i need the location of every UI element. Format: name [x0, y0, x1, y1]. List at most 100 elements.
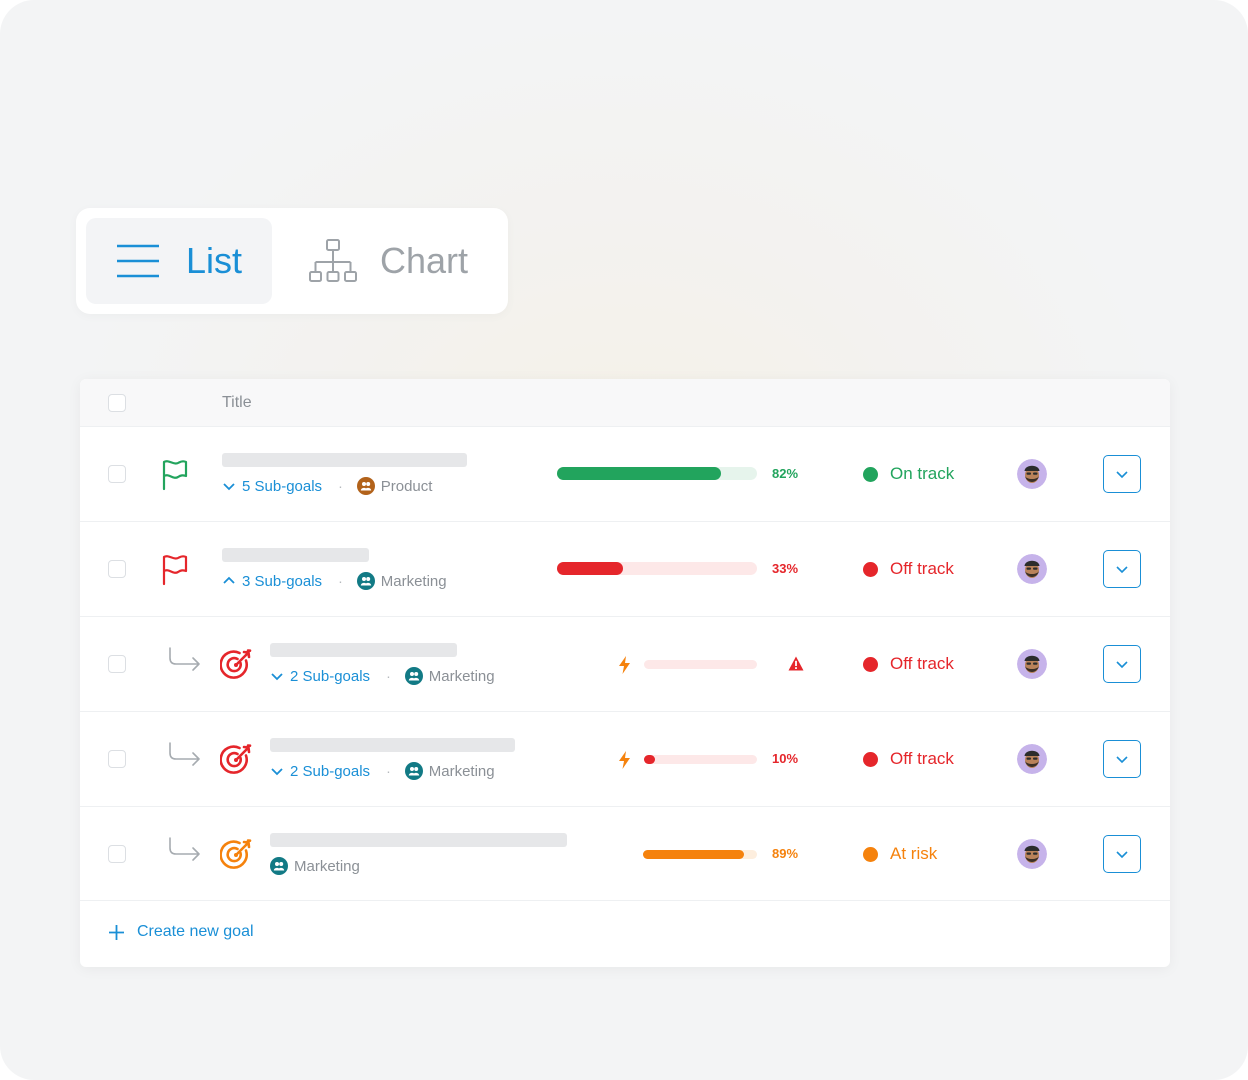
team-tag: Marketing: [404, 667, 495, 685]
canvas: List Chart Title 5 Sub-goals · Product 8…: [0, 0, 1248, 1080]
team-label: Product: [380, 477, 433, 495]
status-label: Off track: [890, 559, 954, 578]
subgoals-label: 5 Sub-goals: [242, 477, 323, 495]
progress-bar: [643, 850, 757, 859]
status-badge: At risk: [863, 844, 937, 864]
subgoals-toggle[interactable]: 3 Sub-goals: [222, 573, 322, 590]
progress-fill: [643, 850, 745, 859]
expand-row-button[interactable]: [1103, 740, 1141, 778]
plus-icon: [109, 924, 124, 940]
goals-table: Title 5 Sub-goals · Product 82% On track…: [80, 379, 1170, 967]
progress-bar: [557, 467, 757, 480]
subgoals-toggle[interactable]: 5 Sub-goals: [222, 478, 322, 495]
chevron-down-icon: [1116, 471, 1128, 479]
team-label: Marketing: [294, 857, 360, 875]
progress-bar: [557, 562, 757, 575]
meta-separator: ·: [386, 668, 391, 684]
avatar[interactable]: [1017, 839, 1047, 869]
team-tag: Marketing: [404, 762, 495, 780]
progress-fill: [557, 467, 721, 480]
goal-meta: Marketing: [270, 856, 360, 876]
avatar[interactable]: [1017, 554, 1047, 584]
chevron-down-icon: [1116, 566, 1128, 574]
red-flag-icon: [161, 554, 189, 591]
tab-chart-label: Chart: [380, 240, 469, 281]
table-row[interactable]: 5 Sub-goals · Product 82% On track: [80, 426, 1170, 521]
avatar[interactable]: [1017, 649, 1047, 679]
team-tag: Product: [356, 477, 433, 495]
expand-row-button[interactable]: [1103, 455, 1141, 493]
red-target-icon: [219, 648, 254, 687]
goal-title-placeholder[interactable]: [222, 548, 369, 562]
subgoals-toggle[interactable]: 2 Sub-goals: [270, 763, 370, 780]
status-label: Off track: [890, 749, 954, 768]
goal-meta: 2 Sub-goals · Marketing: [270, 761, 495, 781]
goal-title-placeholder[interactable]: [222, 453, 467, 467]
progress-bar: [644, 755, 757, 764]
progress-percent: 10%: [772, 751, 799, 766]
row-divider: [80, 900, 1170, 901]
chevron-down-icon: [271, 673, 283, 681]
subgoal-indent-arrow-icon: [168, 647, 202, 678]
chevron-down-icon: [223, 483, 235, 491]
tab-chart[interactable]: Chart: [298, 218, 498, 304]
view-switch: List Chart: [76, 208, 508, 314]
tab-list[interactable]: List: [86, 218, 272, 304]
subgoals-toggle[interactable]: 2 Sub-goals: [270, 668, 370, 685]
row-checkbox[interactable]: [108, 560, 126, 578]
lightning-icon: [618, 751, 631, 774]
expand-row-button[interactable]: [1103, 550, 1141, 588]
lightning-icon: [618, 656, 631, 679]
subgoals-label: 3 Sub-goals: [242, 572, 323, 590]
subgoal-indent-arrow-icon: [168, 742, 202, 773]
red-target-icon: [219, 743, 254, 782]
row-checkbox[interactable]: [108, 655, 126, 673]
goal-meta: 5 Sub-goals · Product: [222, 476, 432, 496]
status-dot-icon: [863, 846, 878, 862]
expand-row-button[interactable]: [1103, 645, 1141, 683]
orange-target-icon: [219, 838, 254, 877]
goal-meta: 3 Sub-goals · Marketing: [222, 571, 447, 591]
select-all-checkbox[interactable]: [108, 394, 126, 412]
progress-bar: [644, 660, 757, 669]
tab-list-label: List: [186, 240, 243, 281]
goal-title-placeholder[interactable]: [270, 643, 457, 657]
table-row[interactable]: 2 Sub-goals · Marketing 10% Off track: [80, 711, 1170, 806]
team-icon: [270, 857, 288, 875]
row-checkbox[interactable]: [108, 465, 126, 483]
subgoal-indent-arrow-icon: [168, 837, 202, 868]
progress-fill: [557, 562, 623, 575]
status-badge: Off track: [863, 749, 954, 769]
table-row[interactable]: 2 Sub-goals · Marketing Off track: [80, 616, 1170, 711]
team-icon: [404, 762, 423, 780]
green-flag-icon: [161, 459, 189, 496]
chevron-down-icon: [1116, 851, 1128, 859]
status-dot-icon: [863, 751, 878, 767]
team-label: Marketing: [428, 667, 495, 685]
avatar[interactable]: [1017, 459, 1047, 489]
team-label: Marketing: [428, 762, 495, 780]
status-dot-icon: [863, 561, 878, 577]
create-goal-button[interactable]: Create new goal: [108, 923, 254, 941]
row-checkbox[interactable]: [108, 750, 126, 768]
chevron-down-icon: [1116, 661, 1128, 669]
row-checkbox[interactable]: [108, 845, 126, 863]
table-row[interactable]: Marketing 89% At risk: [80, 806, 1170, 901]
table-row[interactable]: 3 Sub-goals · Marketing 33% Off track: [80, 521, 1170, 616]
status-label: On track: [890, 464, 955, 483]
status-badge: Off track: [863, 559, 954, 579]
status-label: Off track: [890, 654, 954, 673]
meta-separator: ·: [338, 573, 343, 589]
subgoals-label: 2 Sub-goals: [290, 762, 371, 780]
progress-percent: 89%: [772, 846, 799, 861]
goal-title-placeholder[interactable]: [270, 738, 515, 752]
goal-title-placeholder[interactable]: [270, 833, 567, 847]
create-goal-label: Create new goal: [137, 923, 254, 940]
team-icon: [356, 477, 375, 495]
avatar[interactable]: [1017, 744, 1047, 774]
status-badge: Off track: [863, 654, 954, 674]
progress-percent: 33%: [772, 561, 799, 576]
expand-row-button[interactable]: [1103, 835, 1141, 873]
table-header: Title: [80, 379, 1170, 426]
team-tag: Marketing: [270, 857, 360, 875]
